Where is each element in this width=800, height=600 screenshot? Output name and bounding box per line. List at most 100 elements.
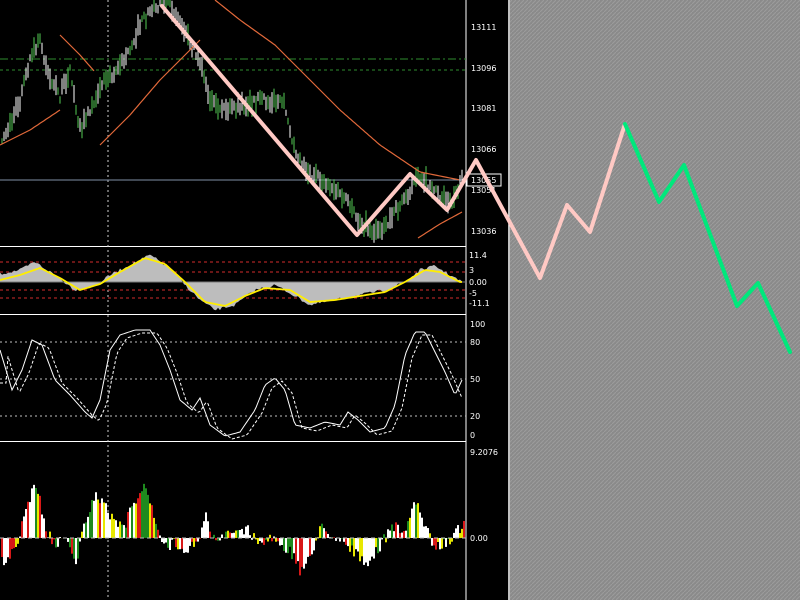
histogram-bar xyxy=(127,512,129,539)
macd-tick-label: 11.4 xyxy=(469,251,487,260)
price-tick-label: 13066 xyxy=(471,145,496,154)
histogram-bar xyxy=(303,538,305,569)
histogram-bar xyxy=(15,538,17,547)
histogram-bar xyxy=(431,538,433,546)
histogram-bar xyxy=(205,512,207,538)
histogram-bar xyxy=(231,533,233,538)
trading-chart: 13111 13096 13081 13066 13051 13036 1305… xyxy=(0,0,800,600)
histogram-bar xyxy=(85,522,87,539)
histogram-bar xyxy=(319,526,321,539)
histogram-bar xyxy=(101,498,103,539)
histogram-bar xyxy=(297,538,299,562)
histogram-bar xyxy=(373,538,375,559)
histogram-bar xyxy=(83,523,85,539)
histogram-bar xyxy=(227,530,229,539)
histogram-bar xyxy=(69,538,71,548)
histogram-bar xyxy=(181,538,183,549)
histogram-bar xyxy=(91,500,93,539)
histogram-bar xyxy=(75,538,77,565)
histogram-bar xyxy=(463,520,465,538)
histogram-bar xyxy=(79,538,81,542)
histogram-bar xyxy=(291,538,293,560)
histogram-bar xyxy=(77,538,79,559)
histogram-bar xyxy=(229,532,231,539)
histogram-bar xyxy=(139,493,141,538)
histogram-bar xyxy=(41,514,43,538)
histogram-bar xyxy=(453,532,455,538)
histogram-bar xyxy=(51,538,53,545)
histogram-bar xyxy=(13,538,15,549)
histogram-bar xyxy=(141,491,143,539)
histogram-bar xyxy=(25,508,27,538)
histogram-bar xyxy=(313,538,315,551)
histogram-bar xyxy=(349,538,351,552)
histogram-bar xyxy=(253,533,255,539)
histogram-bar xyxy=(281,538,283,545)
histogram-bar xyxy=(285,538,287,553)
histogram-bar xyxy=(209,531,211,538)
histogram-bar xyxy=(391,524,393,538)
histogram-bar xyxy=(71,538,73,554)
histogram-bar xyxy=(49,531,51,538)
macd-tick-label: -5 xyxy=(469,289,477,298)
histogram-bar xyxy=(73,538,75,559)
histogram-bar xyxy=(341,538,343,539)
stoch-tick-label: 100 xyxy=(470,320,485,329)
histogram-bar xyxy=(379,538,381,552)
histogram-bar xyxy=(189,538,191,546)
histogram-bar xyxy=(369,538,371,561)
histogram-bar xyxy=(89,512,91,538)
histogram-bar xyxy=(305,538,307,564)
histogram-bar xyxy=(309,538,311,556)
histogram-bar xyxy=(9,538,11,559)
histogram-bar xyxy=(117,526,119,539)
histogram-bar xyxy=(359,538,361,562)
histogram-bar xyxy=(367,538,369,567)
histogram-bar xyxy=(3,538,5,566)
histogram-bar xyxy=(409,517,411,539)
histogram-bar xyxy=(201,527,203,538)
histogram-bar xyxy=(123,525,125,538)
histogram-bar xyxy=(67,538,69,542)
histogram-bar xyxy=(243,534,245,539)
histogram-bar xyxy=(183,538,185,553)
histogram-bar xyxy=(293,538,295,554)
histogram-bar xyxy=(45,531,47,538)
price-tick-label: 13096 xyxy=(471,64,496,73)
histogram-bar xyxy=(47,537,49,539)
histogram-bar xyxy=(1,538,3,557)
histogram-bar xyxy=(299,538,301,576)
histogram-bar xyxy=(207,521,209,538)
histogram-bar xyxy=(361,538,363,557)
histogram-bar xyxy=(387,529,389,538)
histogram-bar xyxy=(437,538,439,542)
histogram-bar xyxy=(221,534,223,538)
histogram-bar xyxy=(81,531,83,538)
histogram-bar xyxy=(295,538,297,564)
histogram-bar xyxy=(7,538,9,558)
histogram-bar xyxy=(29,502,31,538)
histogram-bar xyxy=(33,484,35,538)
histogram-bar xyxy=(119,521,121,538)
histogram-bar xyxy=(37,493,39,538)
histogram-bar xyxy=(433,538,435,546)
histogram-bar xyxy=(97,499,99,539)
histogram-bar xyxy=(287,538,289,554)
histogram-bar xyxy=(57,538,59,547)
histogram-bar xyxy=(21,521,23,539)
histogram-bar xyxy=(355,538,357,550)
histogram-bar xyxy=(161,538,163,542)
histogram-bar xyxy=(131,506,133,539)
histogram-bar xyxy=(125,527,127,538)
histogram-bar xyxy=(461,528,463,538)
histogram-bar xyxy=(351,538,353,546)
histogram-bar xyxy=(441,538,443,549)
histogram-bar xyxy=(245,526,247,538)
histogram-bar xyxy=(87,516,89,538)
histogram-bar xyxy=(417,503,419,539)
histogram-bar xyxy=(99,503,101,538)
histogram-bar xyxy=(371,538,373,557)
histogram-bar xyxy=(55,538,57,548)
histogram-bar xyxy=(449,538,451,545)
histogram-bar xyxy=(343,538,345,542)
